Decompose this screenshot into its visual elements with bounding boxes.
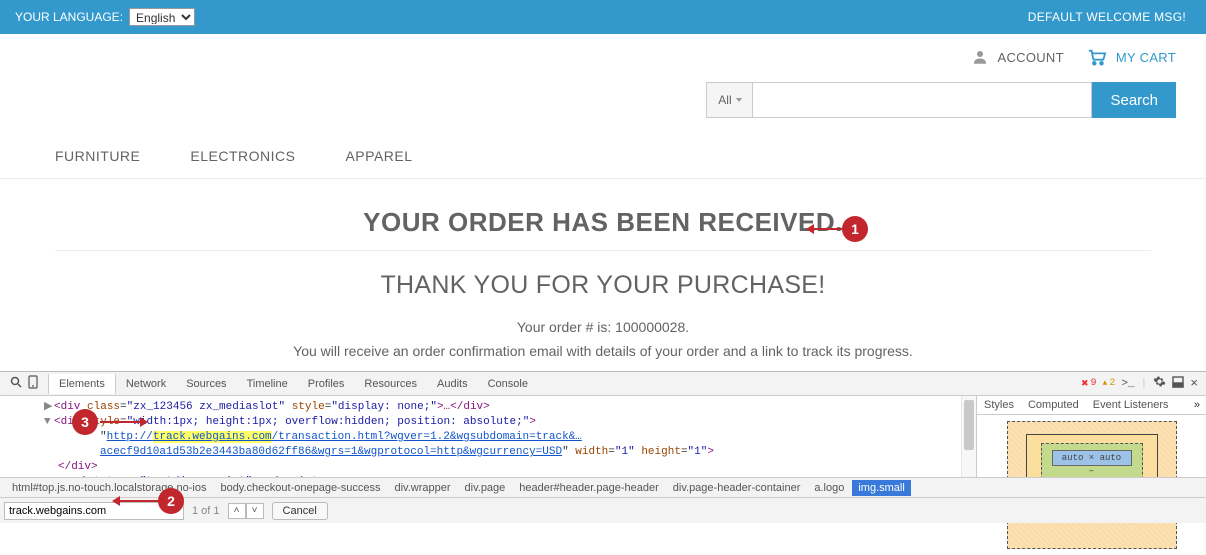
annotation-arrow-3	[100, 421, 142, 423]
console-prompt-icon[interactable]: >_	[1121, 378, 1134, 390]
side-tab-computed[interactable]: Computed	[1021, 396, 1086, 414]
tab-resources[interactable]: Resources	[354, 374, 427, 394]
tab-profiles[interactable]: Profiles	[298, 374, 355, 394]
crumb[interactable]: body.checkout-onepage-success	[214, 480, 386, 496]
close-devtools-icon[interactable]: ×	[1190, 376, 1198, 391]
annotation-badge-2: 2	[158, 488, 184, 514]
top-bar: YOUR LANGUAGE: English DEFAULT WELCOME M…	[0, 0, 1206, 34]
nav-item-apparel[interactable]: APPAREL	[345, 138, 412, 178]
search-category-dropdown[interactable]: All	[706, 82, 752, 118]
cart-link[interactable]: MY CART	[1086, 48, 1176, 66]
tab-audits[interactable]: Audits	[427, 374, 478, 394]
find-cancel-button[interactable]: Cancel	[272, 502, 328, 520]
order-info-text: You will receive an order confirmation e…	[55, 339, 1151, 363]
device-icon[interactable]	[28, 375, 38, 393]
crumb[interactable]: header#header.page-header	[513, 480, 664, 496]
header-row: ACCOUNT MY CART	[0, 34, 1206, 74]
find-next-button[interactable]: ˅	[246, 503, 264, 519]
thank-you-heading: THANK YOU FOR YOUR PURCHASE!	[55, 251, 1151, 315]
cart-icon	[1086, 48, 1108, 66]
dom-scrollbar[interactable]	[961, 396, 976, 477]
cart-label: MY CART	[1116, 50, 1176, 65]
language-select[interactable]: English	[129, 8, 195, 26]
account-label: ACCOUNT	[997, 50, 1063, 65]
annotation-badge-1: 1	[842, 216, 868, 242]
account-link[interactable]: ACCOUNT	[971, 48, 1063, 66]
your-language-label: YOUR LANGUAGE:	[15, 10, 123, 24]
error-count-badge[interactable]: 9	[1081, 378, 1097, 389]
settings-icon[interactable]	[1153, 375, 1166, 392]
nav-item-furniture[interactable]: FURNITURE	[55, 138, 140, 178]
tab-sources[interactable]: Sources	[176, 374, 236, 394]
box-model-content: auto × auto	[1052, 450, 1132, 466]
main-nav: FURNITURE ELECTRONICS APPAREL	[0, 138, 1206, 179]
warning-count-badge[interactable]: 2	[1103, 378, 1116, 389]
crumb[interactable]: div.wrapper	[388, 480, 456, 496]
devtools-tabbar: Elements Network Sources Timeline Profil…	[0, 372, 1206, 396]
dom-tree[interactable]: ▶<div class="zx_123456 zx_mediaslot" sty…	[0, 396, 976, 477]
find-input[interactable]	[4, 502, 184, 520]
search-input[interactable]	[752, 82, 1092, 118]
tab-elements[interactable]: Elements	[48, 374, 116, 394]
user-icon	[971, 48, 989, 66]
side-tab-styles[interactable]: Styles	[977, 396, 1021, 414]
devtools-tabs: Elements Network Sources Timeline Profil…	[48, 374, 538, 394]
search-row: All Search	[0, 74, 1206, 138]
annotation-arrow-2	[118, 500, 160, 502]
find-count: 1 of 1	[192, 505, 220, 517]
side-tab-more-icon[interactable]: »	[1188, 399, 1206, 411]
tab-console[interactable]: Console	[478, 374, 538, 394]
nav-item-electronics[interactable]: ELECTRONICS	[190, 138, 295, 178]
inspect-icon[interactable]	[10, 376, 22, 392]
crumb[interactable]: div.page	[459, 480, 512, 496]
order-received-heading: YOUR ORDER HAS BEEN RECEIVED.	[55, 189, 1151, 251]
dock-icon[interactable]	[1172, 376, 1184, 392]
side-tab-eventlisteners[interactable]: Event Listeners	[1086, 396, 1176, 414]
highlighted-tracking-host: track.webgains.com	[153, 431, 272, 443]
language-block: YOUR LANGUAGE: English	[15, 8, 195, 26]
crumb[interactable]: a.logo	[808, 480, 850, 496]
welcome-message: DEFAULT WELCOME MSG!	[1028, 10, 1186, 24]
page-content: YOUR ORDER HAS BEEN RECEIVED. THANK YOU …	[0, 179, 1206, 363]
annotation-badge-3: 3	[72, 409, 98, 435]
tab-network[interactable]: Network	[116, 374, 176, 394]
order-number-text: Your order # is: 100000028.	[55, 315, 1151, 339]
search-all-label: All	[718, 93, 731, 107]
find-prev-button[interactable]: ˄	[228, 503, 246, 519]
search-button[interactable]: Search	[1092, 82, 1176, 118]
annotation-arrow-1	[812, 228, 844, 230]
devtools-side-panel: Styles Computed Event Listeners » auto ×…	[976, 396, 1206, 477]
tab-timeline[interactable]: Timeline	[237, 374, 298, 394]
crumb[interactable]: div.page-header-container	[667, 480, 807, 496]
crumb-selected[interactable]: img.small	[852, 480, 910, 496]
